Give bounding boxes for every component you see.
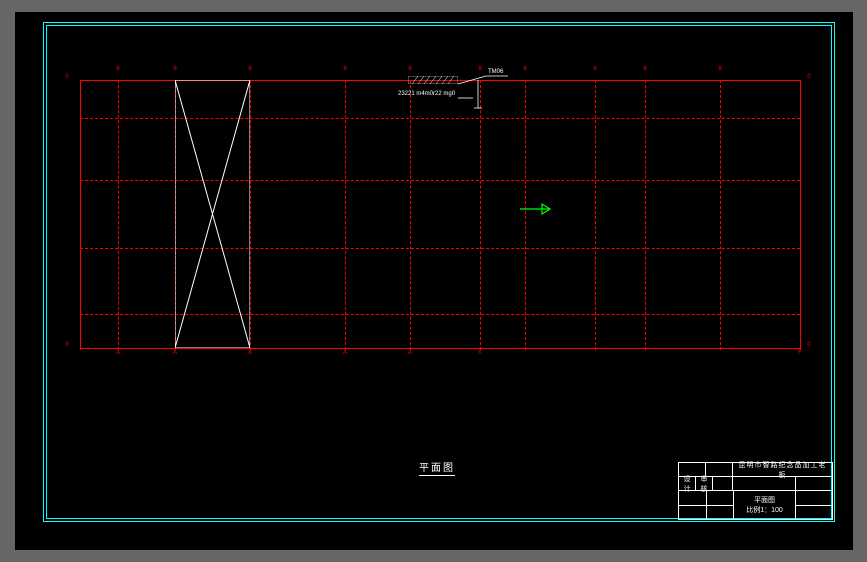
grid-vline: [800, 80, 801, 350]
axis-label-bottom: A: [404, 350, 416, 356]
axis-label-top: 8: [339, 66, 351, 72]
grid-vline: [645, 80, 646, 350]
axis-label-top: 8: [589, 66, 601, 72]
axis-label-right: 0: [803, 74, 815, 80]
axis-label-top: 8: [639, 66, 651, 72]
axis-label-left: 0: [61, 342, 73, 348]
axis-label-top: 8: [404, 66, 416, 72]
grid-hline: [80, 180, 800, 181]
hatch-symbol-icon: [408, 76, 458, 84]
callout-label-top: TM06: [488, 69, 503, 75]
sheet-scale: 比例1：100: [746, 506, 783, 515]
direction-arrow-icon: [520, 202, 560, 214]
project-name: 昆明市智路纪念品加工老板: [733, 463, 832, 476]
grid-hline: [80, 248, 800, 249]
axis-label-bottom: 8: [244, 350, 256, 356]
axis-label-top: 8: [474, 66, 486, 72]
sheet-info: 平面图 比例1：100: [734, 491, 796, 520]
axis-label-right: 0: [803, 342, 815, 348]
cad-viewport[interactable]: TM06 23221 m4m0r22 mg0 平面图 昆明市智路纪念品加工老板 …: [15, 12, 853, 550]
axis-label-bottom: A: [339, 350, 351, 356]
grid-vline: [250, 80, 251, 350]
grid-vline: [175, 80, 176, 350]
label-design: 设计: [679, 477, 696, 490]
axis-label-bottom: F: [794, 350, 806, 356]
axis-label-bottom: h: [474, 350, 486, 356]
sheet-name: 平面图: [754, 496, 775, 505]
grid-vline: [345, 80, 346, 350]
axis-label-top: 8: [112, 66, 124, 72]
section-callout: TM06 23221 m4m0r22 mg0: [388, 72, 518, 122]
grid-vline: [595, 80, 596, 350]
grid-vline: [720, 80, 721, 350]
axis-label-bottom: A: [169, 350, 181, 356]
grid-hline: [80, 348, 800, 349]
grid-vline: [80, 80, 81, 350]
grid-hline: [80, 314, 800, 315]
drawing-title: 平面图: [419, 459, 455, 476]
axis-label-top: 8: [519, 66, 531, 72]
axis-label-bottom: A: [112, 350, 124, 356]
grid-vline: [118, 80, 119, 350]
grid-vline: [525, 80, 526, 350]
axis-label-top: 8: [244, 66, 256, 72]
label-review: 审核: [696, 477, 713, 490]
axis-label-top: 8: [169, 66, 181, 72]
axis-label-top: 8: [714, 66, 726, 72]
title-block: 昆明市智路纪念品加工老板 设计 审核 平面图 比例1：100: [678, 462, 833, 520]
callout-label-mid: 23221 m4m0r22 mg0: [398, 91, 455, 97]
axis-label-left: 0: [61, 74, 73, 80]
